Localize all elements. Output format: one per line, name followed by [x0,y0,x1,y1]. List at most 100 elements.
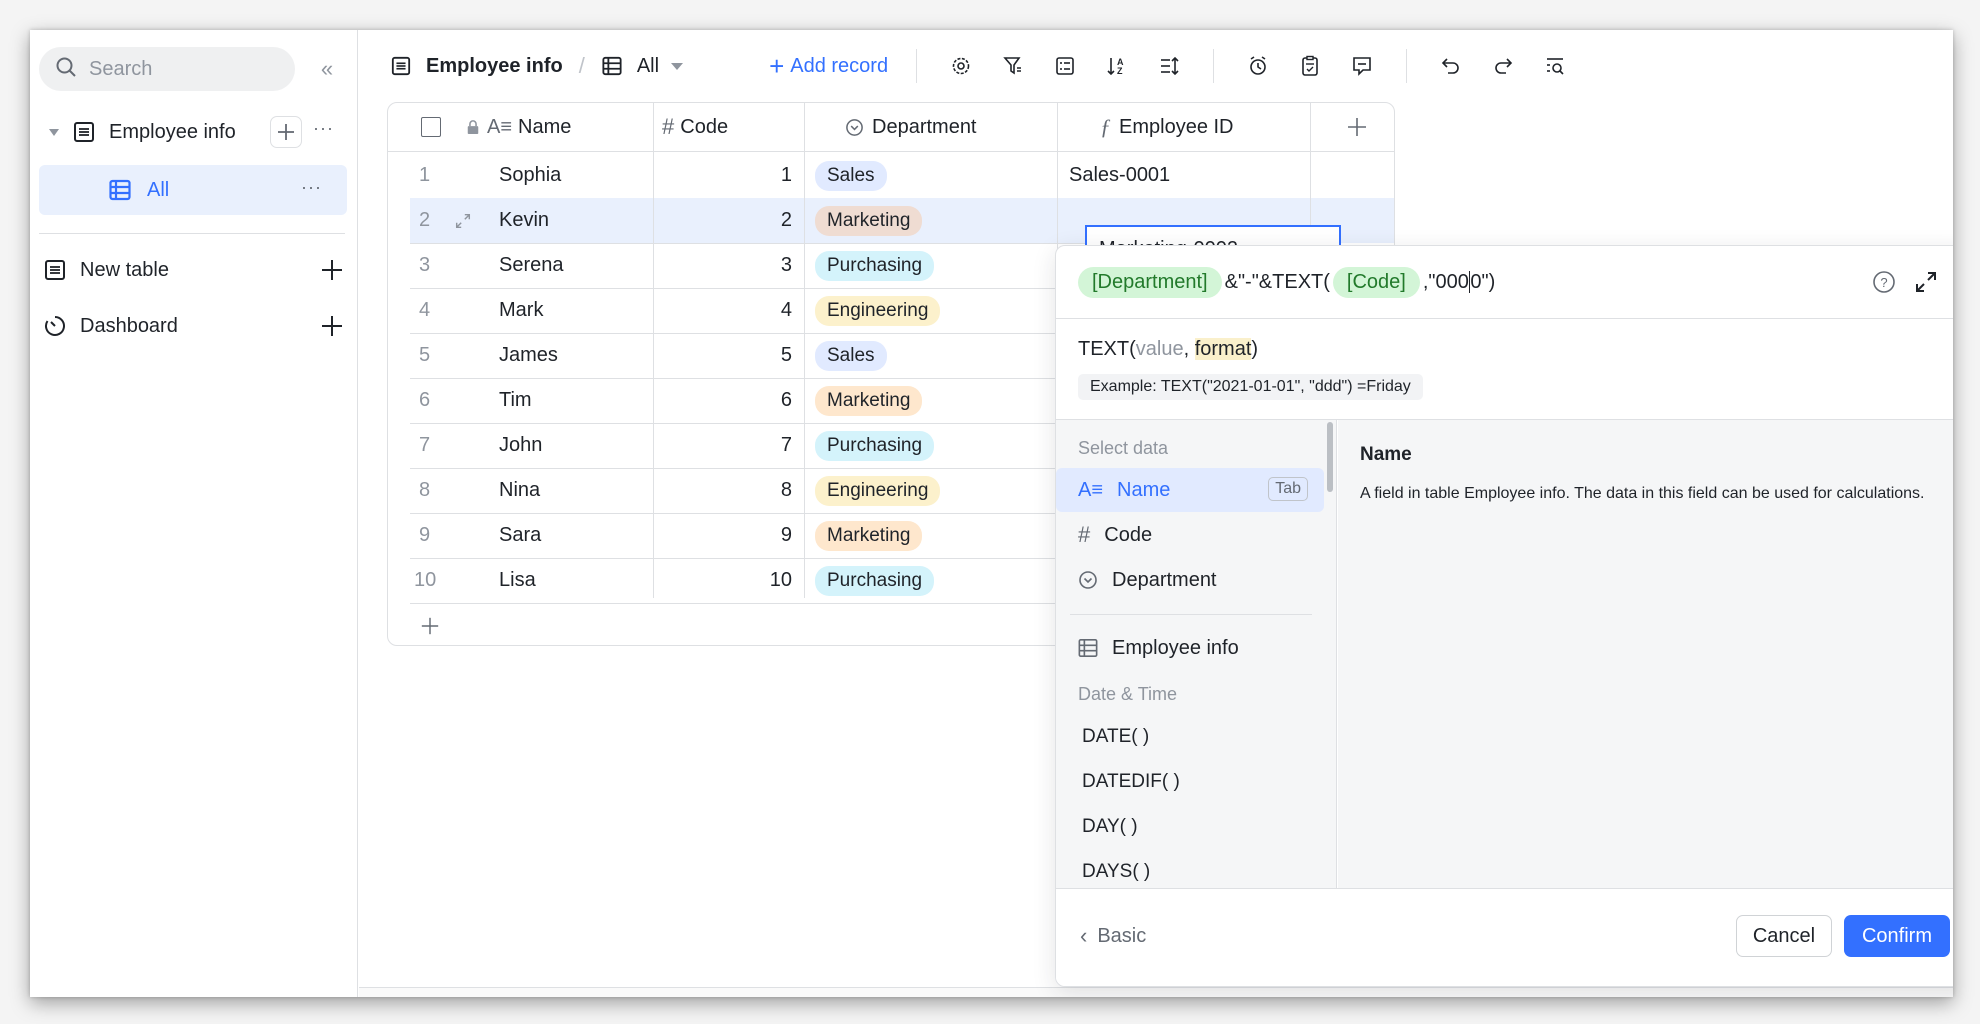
toolbar-divider [1213,49,1215,83]
scrollbar[interactable] [1327,422,1333,492]
expand-icon[interactable] [1914,270,1938,300]
sidebar-item-dashboard[interactable]: Dashboard [44,306,344,346]
help-icon[interactable]: ? [1872,270,1896,300]
cell-department[interactable]: Engineering [815,468,941,513]
find-icon[interactable] [1538,49,1572,83]
table-icon [44,259,66,281]
undo-icon[interactable] [1434,49,1468,83]
svg-text:Z: Z [1117,66,1123,76]
cell-code[interactable]: 2 [781,198,792,243]
sort-icon[interactable]: AZ [1100,49,1134,83]
cancel-button[interactable]: Cancel [1736,915,1832,957]
field-item-department[interactable]: Department [1056,558,1324,602]
table-item-employee-info[interactable]: Employee info [1056,626,1324,670]
cell-department[interactable]: Sales [815,333,887,378]
sidebar-view-all[interactable]: All ··· [39,165,347,215]
automation-icon[interactable] [1241,49,1275,83]
function-example: Example: TEXT("2021-01-01", "ddd") =Frid… [1078,374,1423,400]
cell-name[interactable]: Mark [499,288,543,333]
add-column-icon[interactable] [1346,103,1368,151]
field-item-code[interactable]: # Code [1056,513,1324,557]
formula-text: &"-"&TEXT( [1224,270,1330,293]
back-to-basic-button[interactable]: ‹ Basic [1080,923,1146,949]
add-record-button[interactable]: + Add record [769,51,888,82]
settings-icon[interactable] [944,49,978,83]
department-tag: Purchasing [815,250,935,281]
formula-field-token[interactable]: [Department] [1078,266,1222,298]
text-field-icon: A≡ [1078,478,1104,501]
redo-icon[interactable] [1486,49,1520,83]
formula-field-token[interactable]: [Code] [1332,266,1420,298]
sidebar-item-new-table[interactable]: New table [44,250,344,290]
add-view-button[interactable] [270,116,302,148]
row-number: 3 [419,254,431,276]
cell-code[interactable]: 6 [781,378,792,423]
horizontal-scrollbar[interactable] [359,987,1953,997]
department-tag: Marketing [815,385,923,416]
function-item[interactable]: DATE( ) [1082,726,1149,748]
select-all-checkbox[interactable] [421,103,441,151]
column-header-code[interactable]: # Code [662,103,728,151]
cell-name[interactable]: Serena [499,243,564,288]
cell-code[interactable]: 5 [781,333,792,378]
cell-name[interactable]: Lisa [499,558,536,603]
cell-department[interactable]: Sales [815,153,887,198]
cell-name[interactable]: John [499,423,542,468]
comment-icon[interactable] [1345,49,1379,83]
expand-record-icon[interactable] [454,198,472,243]
column-header-name[interactable]: A≡ Name [487,103,571,151]
cell-code[interactable]: 10 [770,558,792,603]
more-icon[interactable]: ··· [313,118,334,139]
cell-name[interactable]: Kevin [499,198,549,243]
cell-department[interactable]: Marketing [815,513,923,558]
cell-name[interactable]: Sara [499,513,541,558]
cell-name[interactable]: Tim [499,378,532,423]
view-switcher[interactable]: All [601,55,684,78]
formula-input[interactable]: [Department] &"-"&TEXT( [Code] ,"000 0") … [1056,246,1953,319]
form-icon[interactable] [1293,49,1327,83]
expand-caret-icon[interactable] [49,128,59,136]
filter-icon[interactable] [996,49,1030,83]
department-tag: Engineering [815,475,941,506]
field-item-name[interactable]: A≡ Name Tab [1056,468,1324,512]
cell-code[interactable]: 3 [781,243,792,288]
cell-name[interactable]: James [499,333,558,378]
function-item[interactable]: DAYS( ) [1082,861,1150,883]
sidebar-table-employee-info[interactable]: Employee info ··· [39,110,347,154]
cell-department[interactable]: Marketing [815,198,923,243]
confirm-button[interactable]: Confirm [1844,915,1950,957]
chevron-left-icon: ‹ [1080,923,1088,948]
cell-department[interactable]: Purchasing [815,243,935,288]
breadcrumb-table[interactable]: Employee info [390,55,563,78]
search-input[interactable] [89,57,279,81]
cell-code[interactable]: 8 [781,468,792,513]
cell-employee-id[interactable]: Sales-0001 [1069,153,1170,198]
plus-icon[interactable] [320,258,344,288]
function-item[interactable]: DAY( ) [1082,816,1138,838]
cell-department[interactable]: Marketing [815,378,923,423]
plus-icon[interactable] [320,314,344,344]
cell-department[interactable]: Engineering [815,288,941,333]
more-icon[interactable]: ··· [301,177,322,198]
app-window: « Employee info ··· All ··· New table [30,30,1953,997]
group-icon[interactable] [1048,49,1082,83]
search-box[interactable] [39,47,295,91]
collapse-sidebar-icon[interactable]: « [314,56,340,82]
text-field-icon: A≡ [487,115,513,138]
lock-icon [466,103,480,151]
cell-name[interactable]: Nina [499,468,540,513]
list-heading: Select data [1078,438,1169,458]
cell-code[interactable]: 7 [781,423,792,468]
column-header-department[interactable]: Department [845,103,977,151]
cell-department[interactable]: Purchasing [815,558,935,603]
cell-name[interactable]: Sophia [499,153,561,198]
cell-code[interactable]: 4 [781,288,792,333]
column-header-employee-id[interactable]: ƒ Employee ID [1100,103,1234,151]
cell-department[interactable]: Purchasing [815,423,935,468]
function-item[interactable]: DATEDIF( ) [1082,771,1180,793]
cell-code[interactable]: 9 [781,513,792,558]
row-height-icon[interactable] [1152,49,1186,83]
formula-text: ,"000 [1422,270,1469,293]
table-row[interactable]: 1 Sophia 1 Sales Sales-0001 [388,153,1394,198]
cell-code[interactable]: 1 [781,153,792,198]
